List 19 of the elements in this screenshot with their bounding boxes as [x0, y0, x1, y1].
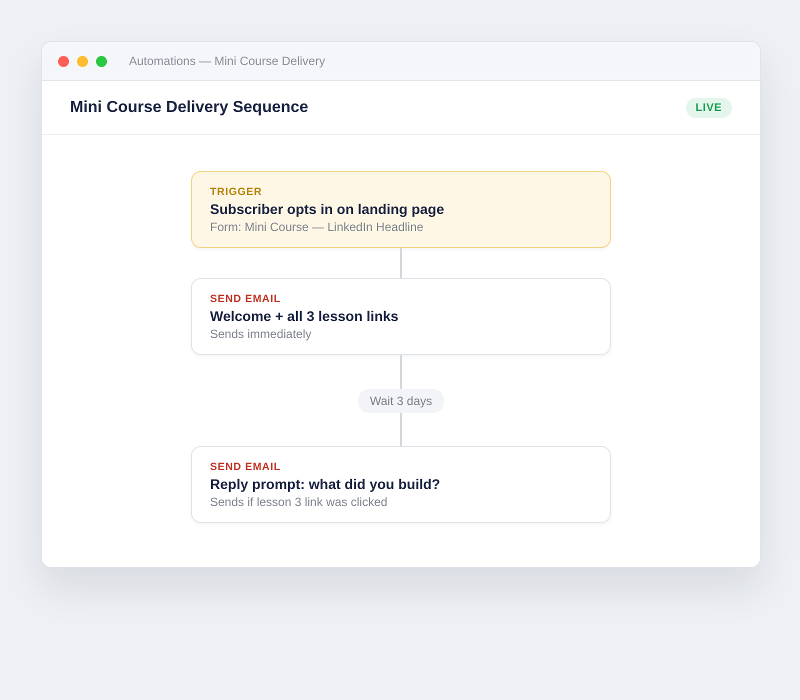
- step-label: SEND EMAIL: [210, 292, 282, 304]
- wait-pill: Wait 3 days: [358, 389, 444, 413]
- email-step-card[interactable]: SEND EMAIL Reply prompt: what did you build? Sends if lesson 3 link was clicked: [191, 446, 611, 523]
- step-detail: Form: Mini Course — LinkedIn Headline: [210, 220, 424, 234]
- email-step-card[interactable]: SEND EMAIL Welcome + all 3 lesson links Sends immediately: [191, 278, 611, 355]
- status-badge: LIVE: [686, 98, 732, 118]
- maximize-dot-icon[interactable]: [96, 56, 107, 66]
- step-label: TRIGGER: [210, 186, 264, 198]
- step-title: Subscriber opts in on landing page: [210, 200, 446, 216]
- window-title: Automations — Mini Course Delivery: [129, 54, 326, 68]
- step-detail: Sends if lesson 3 link was clicked: [210, 494, 388, 508]
- sequence-title: Mini Course Delivery Sequence: [70, 98, 308, 116]
- close-dot-icon[interactable]: [58, 56, 69, 66]
- minimize-dot-icon[interactable]: [77, 56, 88, 66]
- step-label: SEND EMAIL: [210, 460, 282, 472]
- step-title: Reply prompt: what did you build?: [210, 476, 442, 492]
- trigger-card[interactable]: TRIGGER Subscriber opts in on landing page Form: Mini Course — LinkedIn Headline: [191, 171, 611, 248]
- step-detail: Sends immediately: [210, 326, 312, 340]
- step-title: Welcome + all 3 lesson links: [210, 308, 400, 324]
